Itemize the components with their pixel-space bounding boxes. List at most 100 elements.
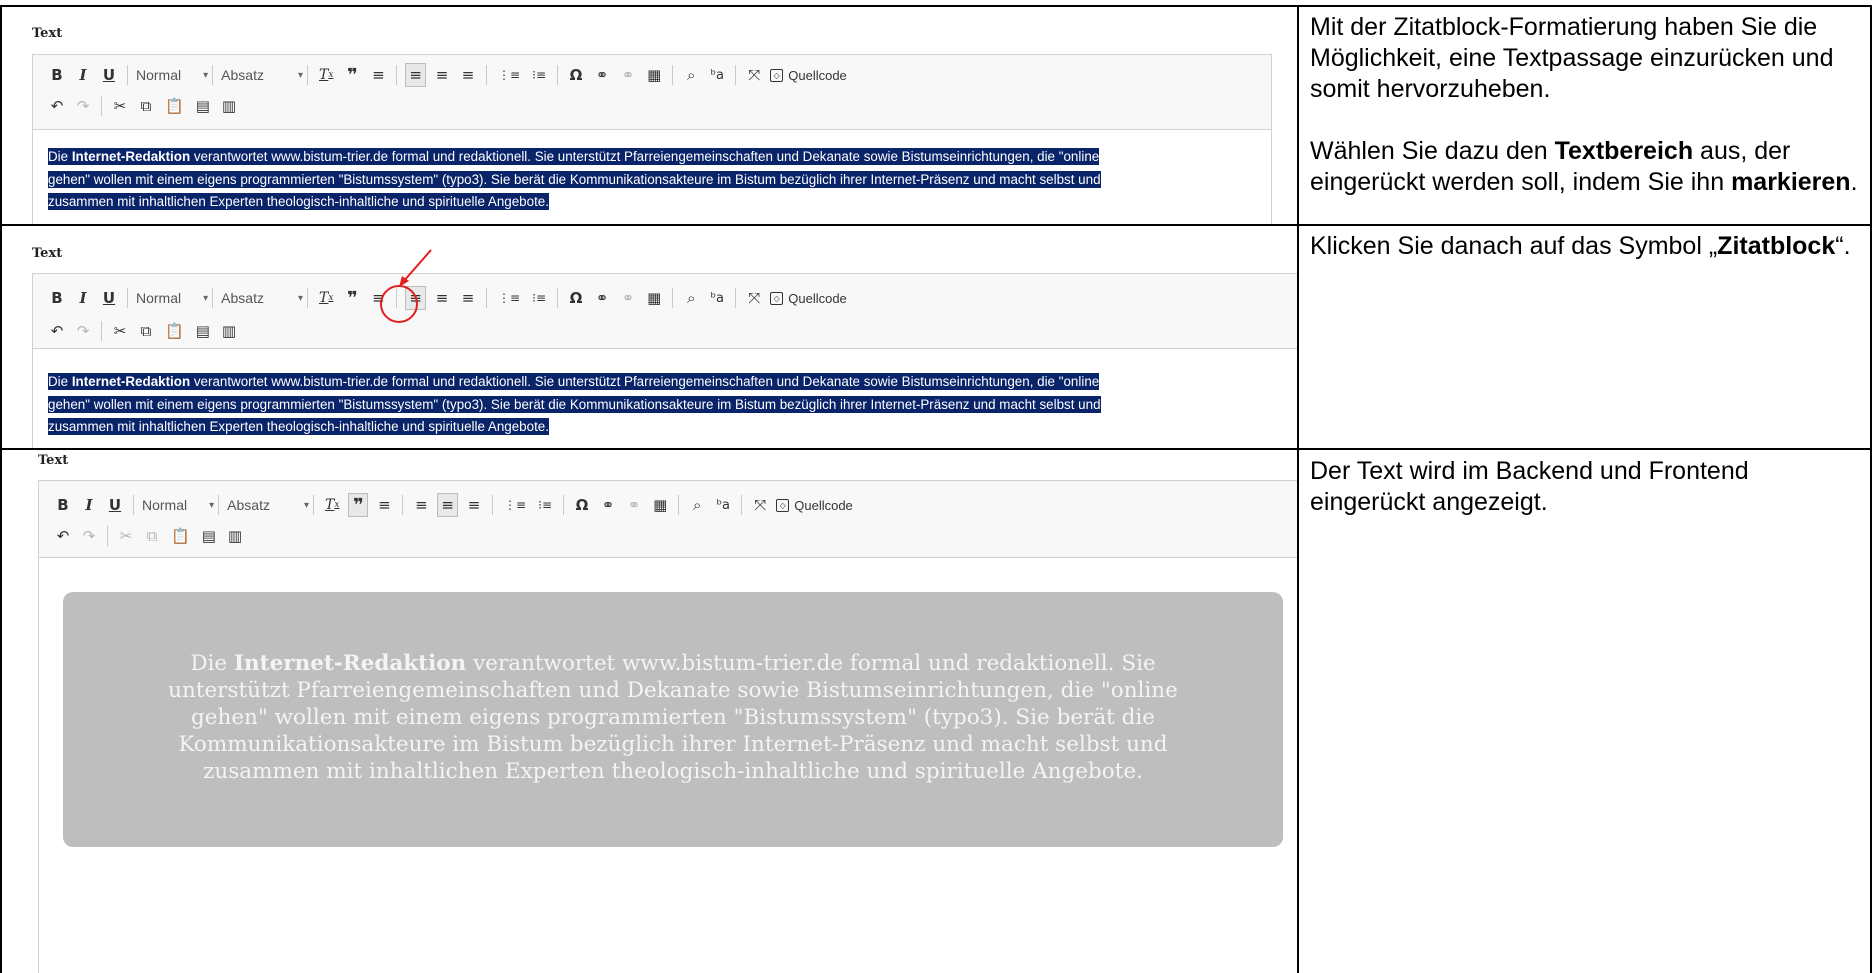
- paste-text-icon[interactable]: ▤: [193, 319, 213, 343]
- unlink-icon[interactable]: ⚭: [624, 493, 644, 517]
- underline-button[interactable]: U: [99, 63, 119, 87]
- copy-icon[interactable]: ⧉: [136, 94, 156, 118]
- align-center-icon[interactable]: ≡: [437, 493, 458, 517]
- align-right-icon[interactable]: ≡: [458, 63, 478, 87]
- blockquote-button[interactable]: ❞: [348, 493, 369, 517]
- find-icon[interactable]: ⌕: [681, 286, 701, 310]
- style-select[interactable]: Normal ▾: [136, 63, 208, 87]
- editor-content[interactable]: Die Internet-Redaktion verantwortet www.…: [48, 146, 1258, 214]
- rte-editor[interactable]: B I U Normal ▾ Absatz ▾ Tx ❞ ≡ ≡ ≡ ≡ ⋮≡ …: [38, 480, 1297, 973]
- horizontal-rule-icon[interactable]: ≡: [374, 493, 394, 517]
- italic-button[interactable]: I: [73, 63, 93, 87]
- undo-icon[interactable]: ↶: [53, 524, 73, 548]
- copy-icon[interactable]: ⧉: [142, 524, 162, 548]
- table-icon[interactable]: ▦: [644, 286, 664, 310]
- paste-text-icon[interactable]: ▤: [193, 94, 213, 118]
- text-run: Wählen Sie dazu den: [1310, 137, 1555, 165]
- editor-content[interactable]: Die Internet-Redaktion verantwortet www.…: [48, 371, 1288, 439]
- cut-icon[interactable]: ✂: [116, 524, 136, 548]
- quote-line: gehen" wollen mit einem eigens programmi…: [191, 705, 1155, 730]
- italic-button[interactable]: I: [73, 286, 93, 310]
- paste-icon[interactable]: 📋: [162, 94, 187, 118]
- rte-editor[interactable]: B I U Normal ▾ Absatz ▾ Tx ❞ ≡ ≡ ≡ ≡ ⋮≡ …: [32, 273, 1297, 448]
- blockquote[interactable]: Die Internet-Redaktion verantwortet www.…: [63, 592, 1283, 847]
- toolbar-separator: [101, 321, 102, 341]
- copy-icon[interactable]: ⧉: [136, 319, 156, 343]
- source-button[interactable]: ◇ Quellcode: [770, 291, 847, 306]
- paste-text-icon[interactable]: ▤: [199, 524, 219, 548]
- align-left-icon[interactable]: ≡: [411, 493, 431, 517]
- source-button[interactable]: ◇ Quellcode: [770, 68, 847, 83]
- bold-button[interactable]: B: [53, 493, 73, 517]
- undo-icon[interactable]: ↶: [47, 319, 67, 343]
- toolbar-row-1: B I U Normal ▾ Absatz ▾ Tx ❞ ≡ ≡ ≡ ≡ ⋮≡ …: [47, 285, 847, 311]
- text-run-bold: Internet-Redaktion: [233, 651, 467, 676]
- underline-button[interactable]: U: [105, 493, 125, 517]
- source-icon: ◇: [770, 68, 784, 82]
- special-char-icon[interactable]: Ω: [572, 493, 592, 517]
- source-button[interactable]: ◇ Quellcode: [776, 498, 853, 513]
- bold-button[interactable]: B: [47, 286, 67, 310]
- blockquote-button[interactable]: ❞: [342, 286, 362, 310]
- bulleted-list-icon[interactable]: ⁝≡: [529, 286, 549, 310]
- find-icon[interactable]: ⌕: [687, 493, 707, 517]
- special-char-icon[interactable]: Ω: [566, 286, 586, 310]
- paste-word-icon[interactable]: ▥: [225, 524, 245, 548]
- remove-format-button[interactable]: Tx: [316, 63, 336, 87]
- unlink-icon[interactable]: ⚭: [618, 286, 638, 310]
- undo-icon[interactable]: ↶: [47, 94, 67, 118]
- replace-icon[interactable]: ᵇa: [713, 493, 733, 517]
- replace-icon[interactable]: ᵇa: [707, 286, 727, 310]
- remove-format-button[interactable]: Tx: [316, 286, 336, 310]
- paste-word-icon[interactable]: ▥: [219, 319, 239, 343]
- maximize-icon[interactable]: ⤧: [750, 493, 770, 517]
- text-run: Die: [190, 651, 234, 676]
- align-center-icon[interactable]: ≡: [432, 63, 452, 87]
- numbered-list-icon[interactable]: ⋮≡: [501, 493, 529, 517]
- instruction-text: Der Text wird im Backend und Frontend ei…: [1310, 457, 1749, 516]
- underline-button[interactable]: U: [99, 286, 119, 310]
- style-select[interactable]: Normal ▾: [136, 286, 208, 310]
- link-icon[interactable]: ⚭: [598, 493, 618, 517]
- cut-icon[interactable]: ✂: [110, 94, 130, 118]
- remove-format-button[interactable]: Tx: [322, 493, 342, 517]
- link-icon[interactable]: ⚭: [592, 286, 612, 310]
- numbered-list-icon[interactable]: ⋮≡: [495, 286, 523, 310]
- chevron-down-icon: ▾: [303, 499, 309, 511]
- redo-icon[interactable]: ↷: [73, 94, 93, 118]
- find-icon[interactable]: ⌕: [681, 63, 701, 87]
- numbered-list-icon[interactable]: ⋮≡: [495, 63, 523, 87]
- paste-word-icon[interactable]: ▥: [219, 94, 239, 118]
- replace-icon[interactable]: ᵇa: [707, 63, 727, 87]
- table-icon[interactable]: ▦: [644, 63, 664, 87]
- horizontal-rule-icon[interactable]: ≡: [368, 63, 388, 87]
- maximize-icon[interactable]: ⤧: [744, 63, 764, 87]
- unlink-icon[interactable]: ⚭: [618, 63, 638, 87]
- toolbar-row-1: B I U Normal ▾ Absatz ▾ Tx ❞ ≡ ≡ ≡ ≡ ⋮≡ …: [53, 492, 853, 518]
- format-select[interactable]: Absatz ▾: [221, 286, 303, 310]
- align-right-icon[interactable]: ≡: [464, 493, 484, 517]
- table-icon[interactable]: ▦: [650, 493, 670, 517]
- maximize-icon[interactable]: ⤧: [744, 286, 764, 310]
- italic-button[interactable]: I: [79, 493, 99, 517]
- paste-icon[interactable]: 📋: [168, 524, 193, 548]
- blockquote-button[interactable]: ❞: [342, 63, 362, 87]
- toolbar-separator: [218, 495, 220, 515]
- align-right-icon[interactable]: ≡: [458, 286, 478, 310]
- rte-editor[interactable]: B I U Normal ▾ Absatz ▾ Tx ❞ ≡ ≡ ≡ ≡ ⋮≡ …: [32, 54, 1272, 224]
- align-left-icon[interactable]: ≡: [405, 63, 426, 87]
- cut-icon[interactable]: ✂: [110, 319, 130, 343]
- link-icon[interactable]: ⚭: [592, 63, 612, 87]
- special-char-icon[interactable]: Ω: [566, 63, 586, 87]
- format-select[interactable]: Absatz ▾: [227, 493, 309, 517]
- bulleted-list-icon[interactable]: ⁝≡: [535, 493, 555, 517]
- redo-icon[interactable]: ↷: [79, 524, 99, 548]
- toolbar-row-2: ↶ ↷ ✂ ⧉ 📋 ▤ ▥: [47, 318, 245, 344]
- redo-icon[interactable]: ↷: [73, 319, 93, 343]
- style-select[interactable]: Normal ▾: [142, 493, 214, 517]
- bulleted-list-icon[interactable]: ⁝≡: [529, 63, 549, 87]
- format-select[interactable]: Absatz ▾: [221, 63, 303, 87]
- bold-button[interactable]: B: [47, 63, 67, 87]
- toolbar-separator: [741, 495, 743, 515]
- paste-icon[interactable]: 📋: [162, 319, 187, 343]
